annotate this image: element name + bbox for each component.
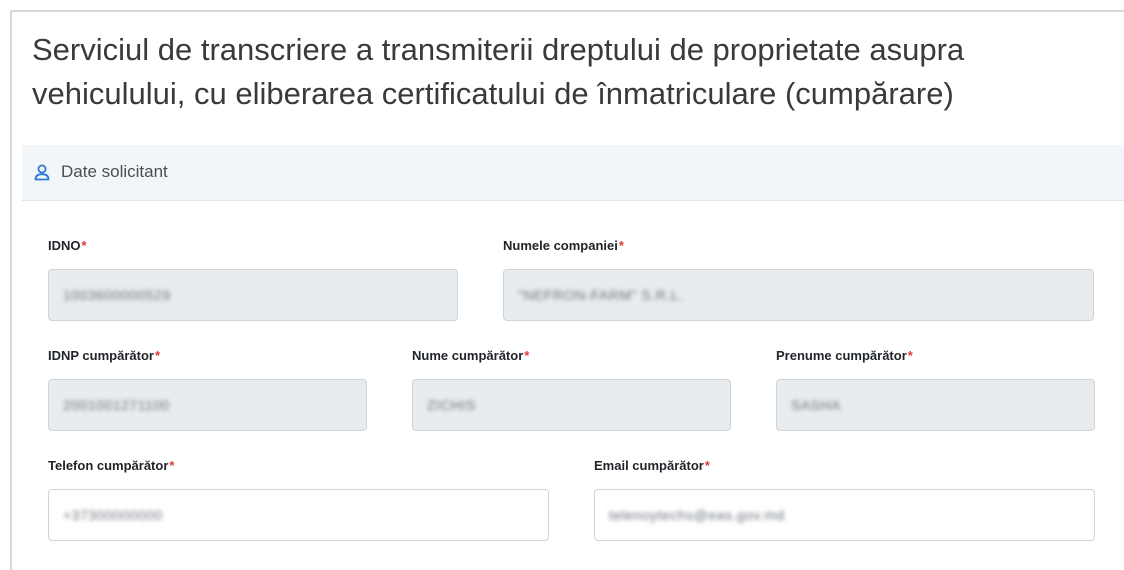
buyer-phone-label-text: Telefon cumpărător xyxy=(48,458,169,473)
buyer-first-name-field[interactable]: SASHA xyxy=(776,379,1095,431)
required-marker: * xyxy=(81,238,87,253)
required-marker: * xyxy=(704,458,710,473)
company-name-label: Numele companiei* xyxy=(503,238,624,253)
section-title: Date solicitant xyxy=(61,162,168,181)
company-name-field[interactable]: "NEFRON-FARM" S.R.L. xyxy=(503,269,1094,321)
buyer-email-label: Email cumpărător* xyxy=(594,458,710,473)
buyer-phone-value: +37300000000 xyxy=(63,507,163,523)
idnp-buyer-label-text: IDNP cumpărător xyxy=(48,348,154,363)
idnp-buyer-label: IDNP cumpărător* xyxy=(48,348,160,363)
required-marker: * xyxy=(154,348,161,363)
buyer-email-value: telenoytechs@eas.gov.md xyxy=(609,507,785,523)
idnp-buyer-value: 2001001271100 xyxy=(63,397,170,413)
idno-field[interactable]: 1003600000529 xyxy=(48,269,458,321)
required-marker: * xyxy=(524,348,530,363)
required-marker: * xyxy=(169,458,175,473)
person-icon xyxy=(34,164,50,181)
buyer-last-name-field[interactable]: ZICHIS xyxy=(412,379,731,431)
required-marker: * xyxy=(907,348,913,363)
buyer-last-name-value: ZICHIS xyxy=(427,397,476,413)
idno-label: IDNO* xyxy=(48,238,87,253)
buyer-first-name-value: SASHA xyxy=(791,397,841,413)
idno-label-text: IDNO xyxy=(48,238,81,253)
section-header-applicant[interactable]: Date solicitant xyxy=(22,145,1124,201)
page-title: Serviciul de transcriere a transmiterii … xyxy=(32,28,1092,116)
company-name-label-text: Numele companiei xyxy=(503,238,618,253)
buyer-last-name-label: Nume cumpărător* xyxy=(412,348,529,363)
page-title-line-1: Serviciul de transcriere a transmiterii … xyxy=(32,32,965,67)
idnp-buyer-field[interactable]: 2001001271100 xyxy=(48,379,367,431)
page-title-line-2: vehiculului, cu eliberarea certificatulu… xyxy=(32,76,954,111)
buyer-email-label-text: Email cumpărător xyxy=(594,458,704,473)
required-marker: * xyxy=(618,238,624,253)
buyer-first-name-label-text: Prenume cumpărător xyxy=(776,348,907,363)
company-name-value: "NEFRON-FARM" S.R.L. xyxy=(518,287,684,303)
buyer-email-input[interactable]: telenoytechs@eas.gov.md xyxy=(594,489,1095,541)
buyer-phone-input[interactable]: +37300000000 xyxy=(48,489,549,541)
buyer-first-name-label: Prenume cumpărător* xyxy=(776,348,913,363)
idno-value: 1003600000529 xyxy=(63,287,171,303)
buyer-last-name-label-text: Nume cumpărător xyxy=(412,348,524,363)
buyer-phone-label: Telefon cumpărător* xyxy=(48,458,174,473)
